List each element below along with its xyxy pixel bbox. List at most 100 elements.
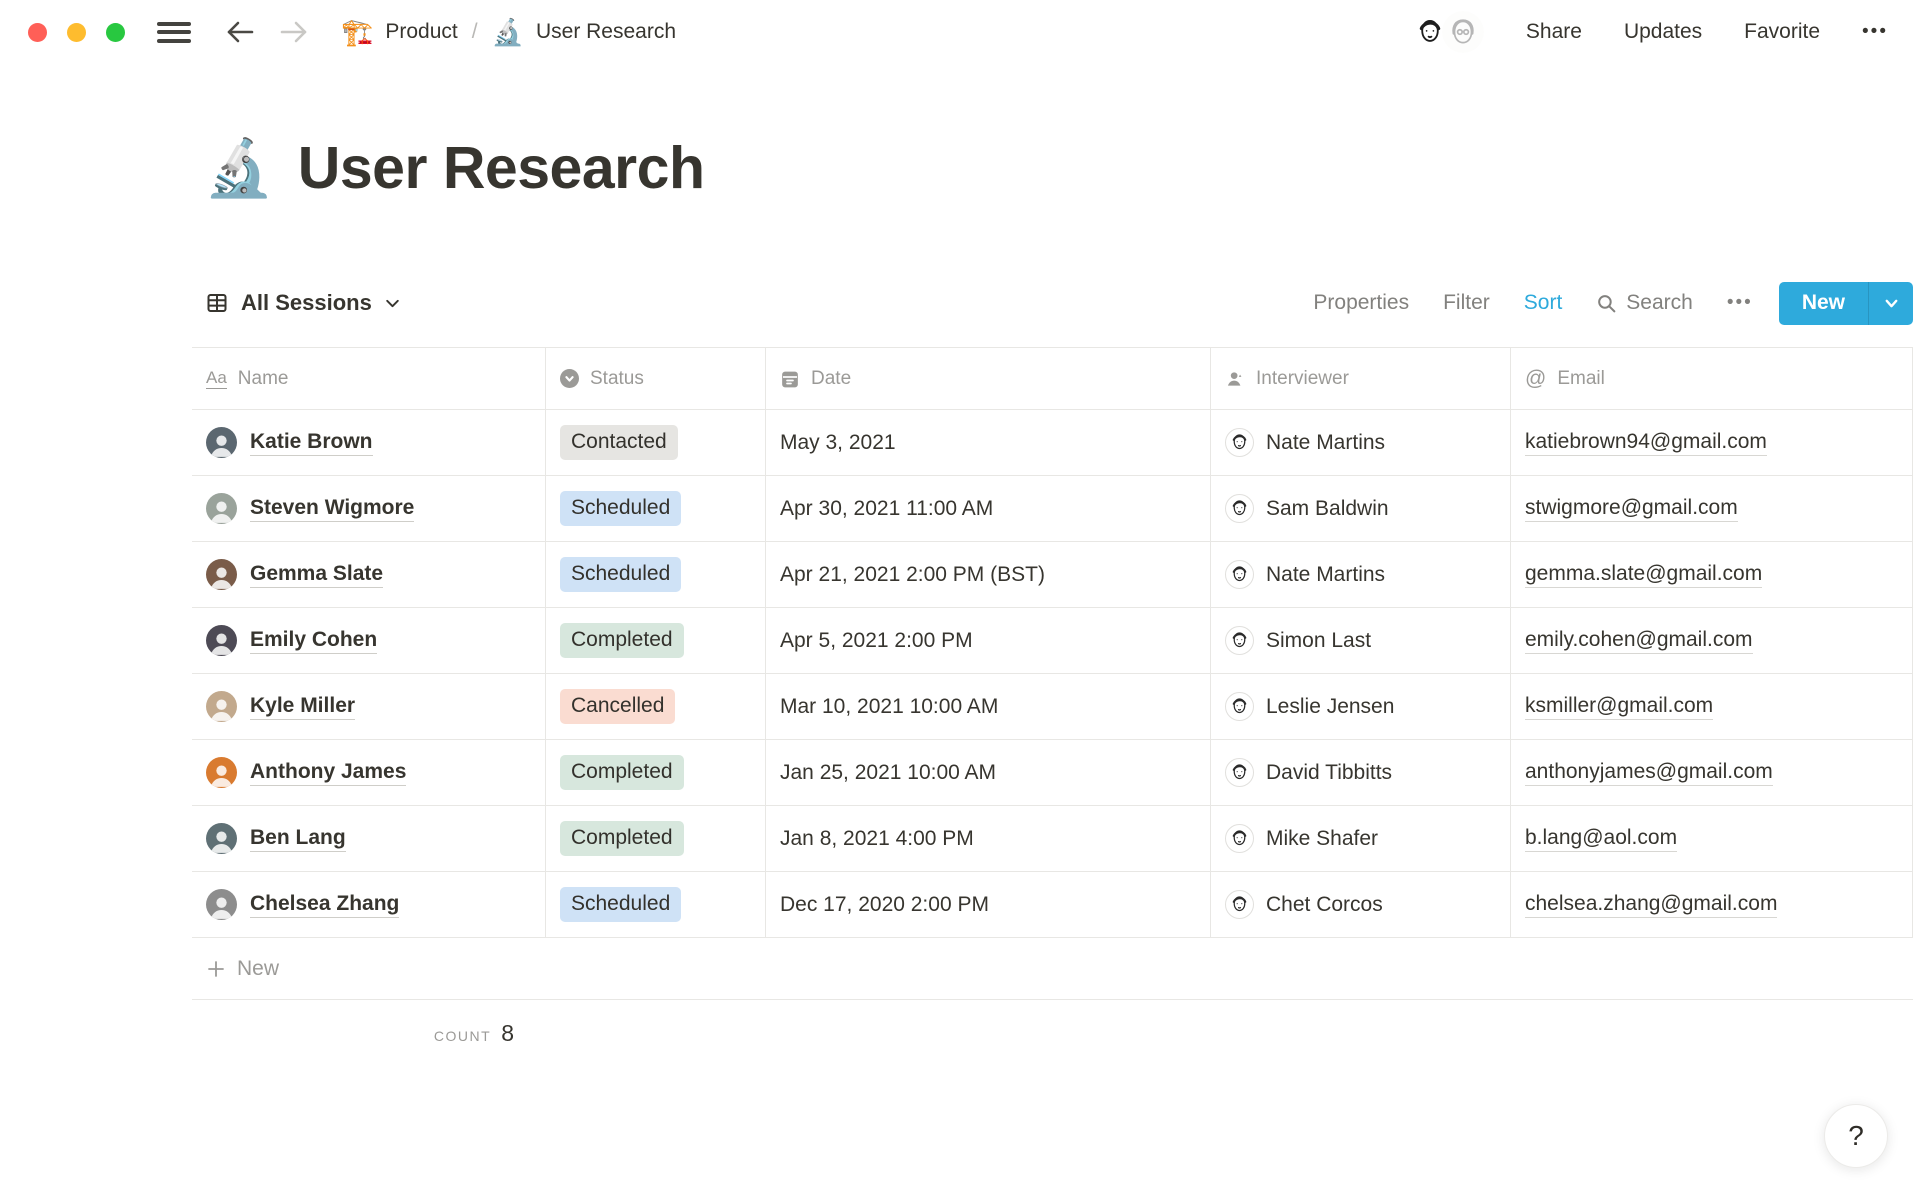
- interviewer-cell[interactable]: Nate Martins: [1211, 410, 1511, 475]
- status-cell[interactable]: Completed: [546, 740, 766, 805]
- email-cell[interactable]: anthonyjames@gmail.com: [1511, 740, 1913, 805]
- help-button[interactable]: ?: [1824, 1104, 1888, 1168]
- traffic-light-minimize[interactable]: [67, 22, 86, 42]
- column-header-status[interactable]: Status: [546, 348, 766, 409]
- window-top-bar: 🏗️ Product / 🔬 User Research Share Updat…: [0, 0, 1920, 64]
- column-header-name[interactable]: Aa Name: [192, 348, 546, 409]
- interviewer-name: Nate Martins: [1266, 562, 1386, 586]
- new-button-label[interactable]: New: [1778, 281, 1868, 325]
- interviewer-cell[interactable]: David Tibbitts: [1211, 740, 1511, 805]
- breadcrumb-parent[interactable]: 🏗️ Product: [341, 19, 458, 45]
- forward-arrow-icon[interactable]: [279, 19, 309, 45]
- status-cell[interactable]: Contacted: [546, 410, 766, 475]
- participant-name-link[interactable]: Kyle Miller: [250, 694, 356, 720]
- view-more-options-icon[interactable]: •••: [1727, 292, 1753, 314]
- email-cell[interactable]: gemma.slate@gmail.com: [1511, 542, 1913, 607]
- participant-avatar: [206, 691, 237, 722]
- sort-button[interactable]: Sort: [1524, 291, 1563, 315]
- status-cell[interactable]: Scheduled: [546, 476, 766, 541]
- page-icon-microscope[interactable]: 🔬: [204, 140, 274, 196]
- email-cell[interactable]: katiebrown94@gmail.com: [1511, 410, 1913, 475]
- name-cell[interactable]: Steven Wigmore: [192, 476, 546, 541]
- status-cell[interactable]: Cancelled: [546, 674, 766, 739]
- interviewer-cell[interactable]: Mike Shafer: [1211, 806, 1511, 871]
- new-row-button[interactable]: New: [192, 938, 1913, 1000]
- page-title[interactable]: User Research: [298, 134, 705, 202]
- date-cell[interactable]: May 3, 2021: [766, 410, 1211, 475]
- interviewer-cell[interactable]: Nate Martins: [1211, 542, 1511, 607]
- date-cell[interactable]: Apr 5, 2021 2:00 PM: [766, 608, 1211, 673]
- table-row: Ben Lang Completed Jan 8, 2021 4:00 PM M…: [192, 806, 1913, 872]
- participant-name-link[interactable]: Chelsea Zhang: [250, 892, 400, 918]
- status-cell[interactable]: Completed: [546, 608, 766, 673]
- new-button-dropdown[interactable]: [1868, 281, 1913, 325]
- properties-button[interactable]: Properties: [1313, 291, 1409, 315]
- date-cell[interactable]: Jan 25, 2021 10:00 AM: [766, 740, 1211, 805]
- view-switcher[interactable]: All Sessions: [192, 290, 401, 316]
- name-cell[interactable]: Katie Brown: [192, 410, 546, 475]
- email-cell[interactable]: stwigmore@gmail.com: [1511, 476, 1913, 541]
- interviewer-cell[interactable]: Sam Baldwin: [1211, 476, 1511, 541]
- name-cell[interactable]: Ben Lang: [192, 806, 546, 871]
- email-cell[interactable]: chelsea.zhang@gmail.com: [1511, 872, 1913, 937]
- status-cell[interactable]: Scheduled: [546, 872, 766, 937]
- interviewer-avatar: [1225, 758, 1254, 787]
- search-button[interactable]: Search: [1596, 291, 1693, 315]
- column-label: Status: [590, 367, 644, 389]
- interviewer-avatar: [1225, 428, 1254, 457]
- email-cell[interactable]: ksmiller@gmail.com: [1511, 674, 1913, 739]
- status-cell[interactable]: Scheduled: [546, 542, 766, 607]
- date-value: May 3, 2021: [780, 430, 896, 454]
- date-cell[interactable]: Dec 17, 2020 2:00 PM: [766, 872, 1211, 937]
- name-cell[interactable]: Chelsea Zhang: [192, 872, 546, 937]
- breadcrumb-page-label: User Research: [535, 20, 677, 43]
- name-cell[interactable]: Kyle Miller: [192, 674, 546, 739]
- date-cell[interactable]: Jan 8, 2021 4:00 PM: [766, 806, 1211, 871]
- table-row: Chelsea Zhang Scheduled Dec 17, 2020 2:0…: [192, 872, 1913, 938]
- traffic-light-close[interactable]: [28, 22, 47, 42]
- table-row: Anthony James Completed Jan 25, 2021 10:…: [192, 740, 1913, 806]
- email-value: katiebrown94@gmail.com: [1525, 430, 1767, 456]
- status-cell[interactable]: Completed: [546, 806, 766, 871]
- interviewer-avatar: [1225, 494, 1254, 523]
- breadcrumb-page[interactable]: 🔬 User Research: [492, 19, 676, 45]
- column-header-date[interactable]: Date: [766, 348, 1211, 409]
- email-cell[interactable]: emily.cohen@gmail.com: [1511, 608, 1913, 673]
- date-property-icon: [780, 369, 800, 389]
- interviewer-cell[interactable]: Simon Last: [1211, 608, 1511, 673]
- name-cell[interactable]: Emily Cohen: [192, 608, 546, 673]
- date-value: Apr 21, 2021 2:00 PM (BST): [780, 562, 1045, 586]
- count-label: COUNT: [433, 1028, 492, 1044]
- column-label: Date: [811, 367, 852, 389]
- sidebar-toggle-icon[interactable]: [157, 21, 191, 43]
- interviewer-cell[interactable]: Leslie Jensen: [1211, 674, 1511, 739]
- email-cell[interactable]: b.lang@aol.com: [1511, 806, 1913, 871]
- date-cell[interactable]: Apr 21, 2021 2:00 PM (BST): [766, 542, 1211, 607]
- date-cell[interactable]: Mar 10, 2021 10:00 AM: [766, 674, 1211, 739]
- interviewer-cell[interactable]: Chet Corcos: [1211, 872, 1511, 937]
- participant-name-link[interactable]: Steven Wigmore: [250, 496, 415, 522]
- count-aggregate[interactable]: COUNT 8: [192, 1000, 546, 1047]
- column-header-email[interactable]: @ Email: [1511, 348, 1913, 409]
- participant-name-link[interactable]: Anthony James: [250, 760, 407, 786]
- favorite-button[interactable]: Favorite: [1744, 20, 1820, 44]
- collaborator-avatars[interactable]: [1408, 11, 1484, 53]
- name-cell[interactable]: Gemma Slate: [192, 542, 546, 607]
- breadcrumb: 🏗️ Product / 🔬 User Research: [341, 19, 676, 45]
- date-cell[interactable]: Apr 30, 2021 11:00 AM: [766, 476, 1211, 541]
- more-options-icon[interactable]: •••: [1862, 21, 1888, 43]
- new-record-button[interactable]: New: [1778, 281, 1913, 325]
- participant-name-link[interactable]: Katie Brown: [250, 430, 373, 456]
- status-badge: Completed: [560, 623, 684, 658]
- name-cell[interactable]: Anthony James: [192, 740, 546, 805]
- back-arrow-icon[interactable]: [225, 19, 255, 45]
- participant-name-link[interactable]: Gemma Slate: [250, 562, 384, 588]
- updates-button[interactable]: Updates: [1624, 20, 1702, 44]
- filter-button[interactable]: Filter: [1443, 291, 1490, 315]
- share-button[interactable]: Share: [1526, 20, 1582, 44]
- participant-name-link[interactable]: Emily Cohen: [250, 628, 378, 654]
- column-header-interviewer[interactable]: Interviewer: [1211, 348, 1511, 409]
- traffic-light-zoom[interactable]: [106, 22, 125, 42]
- date-value: Dec 17, 2020 2:00 PM: [780, 892, 989, 916]
- participant-name-link[interactable]: Ben Lang: [250, 826, 346, 852]
